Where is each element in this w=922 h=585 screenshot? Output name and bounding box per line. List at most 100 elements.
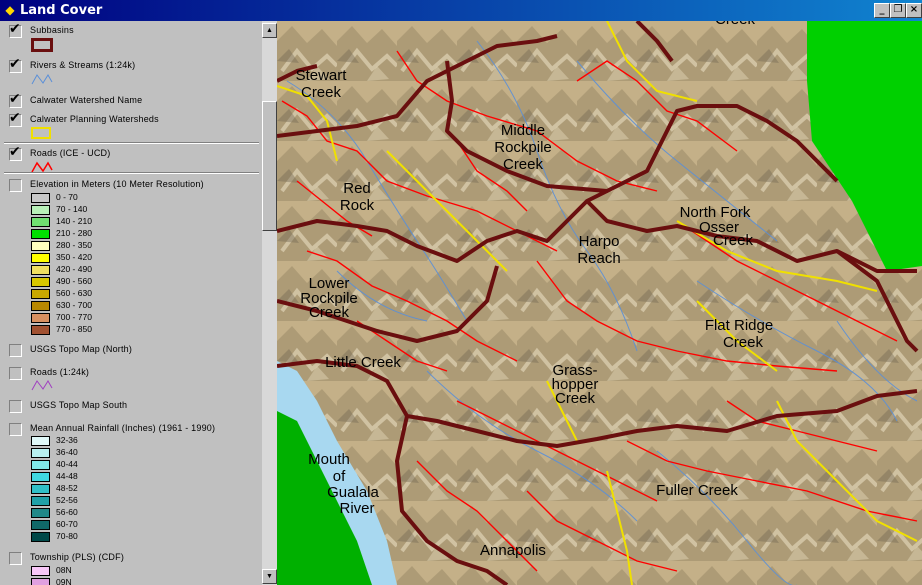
window-title: Land Cover <box>20 3 103 18</box>
legend-class-label: 44-48 <box>56 471 78 481</box>
legend-class-label: 60-70 <box>56 519 78 529</box>
label-middle-rockpile-2: Rockpile <box>494 139 552 156</box>
label-middle-rockpile-1: Middle <box>501 122 545 139</box>
legend-class-label: 280 - 350 <box>56 240 92 250</box>
label-harpo-reach-2: Reach <box>577 250 620 267</box>
legend-swatch <box>31 460 50 470</box>
legend-swatch <box>31 496 50 506</box>
label-stewart-creek-1: Stewart <box>296 67 348 84</box>
label-red-rock-2: Rock <box>340 197 375 214</box>
label-mouth-1: Mouth <box>308 451 350 468</box>
legend-swatch <box>31 241 50 251</box>
label-flat-ridge-1: Flat Ridge <box>705 317 773 334</box>
scroll-down-button[interactable]: ▼ <box>262 569 277 584</box>
elevation-checkbox[interactable] <box>9 179 22 192</box>
stream-symbol <box>31 74 53 85</box>
label-little-creek: Little Creek <box>325 354 401 371</box>
legend-class-label: 52-56 <box>56 495 78 505</box>
subbasin-symbol <box>31 38 53 52</box>
layer-name: Mean Annual Rainfall (Inches) (1961 - 19… <box>30 423 216 433</box>
legend-class-label: 48-52 <box>56 483 78 493</box>
check-icon: ✔ <box>9 56 21 72</box>
label-fuller-creek: Fuller Creek <box>656 482 738 499</box>
check-icon: ✔ <box>9 110 21 126</box>
map-view[interactable]: Stewart Creek Middle Rockpile Creek Red … <box>277 21 922 585</box>
label-red-rock-1: Red <box>343 180 371 197</box>
planning-watersheds-checkbox[interactable]: ✔ <box>9 110 22 127</box>
legend-swatch <box>31 193 50 203</box>
rainfall-checkbox[interactable] <box>9 423 22 436</box>
legend-swatch <box>31 205 50 215</box>
layer-name: Subbasins <box>30 25 74 35</box>
legend-class-label: 700 - 770 <box>56 312 92 322</box>
layer-name: Roads (1:24k) <box>30 367 90 377</box>
title-bar: ◆ Land Cover _ ❐ × <box>0 0 922 21</box>
legend-swatch <box>31 265 50 275</box>
check-icon: ✔ <box>9 91 21 107</box>
check-icon: ✔ <box>9 21 21 37</box>
legend-swatch <box>31 217 50 227</box>
legend-class-label: 140 - 210 <box>56 216 92 226</box>
legend-class-label: 350 - 420 <box>56 252 92 262</box>
label-flat-ridge-2: Creek <box>723 334 764 351</box>
label-stewart-creek-2: Creek <box>301 84 342 101</box>
label-mouth-3: Gualala <box>327 484 379 501</box>
legend-class-label: 40-44 <box>56 459 78 469</box>
label-harpo-reach-1: Harpo <box>579 233 620 250</box>
legend-swatch <box>31 484 50 494</box>
usgs-north-checkbox[interactable] <box>9 344 22 357</box>
divider <box>4 172 259 174</box>
map-canvas[interactable]: Stewart Creek Middle Rockpile Creek Red … <box>277 21 922 585</box>
legend-class-label: 70 - 140 <box>56 204 88 214</box>
label-annapolis: Annapolis <box>480 542 546 559</box>
layer-name: Calwater Planning Watersheds <box>30 114 159 124</box>
legend-class-label: 36-40 <box>56 447 78 457</box>
township-checkbox[interactable] <box>9 552 22 565</box>
close-button[interactable]: × <box>906 3 922 18</box>
scroll-thumb[interactable] <box>262 101 277 231</box>
label-north-fork-3: Creek <box>713 232 754 249</box>
roads-ice-checkbox[interactable]: ✔ <box>9 144 22 161</box>
rivers-checkbox[interactable]: ✔ <box>9 56 22 73</box>
label-middle-rockpile-3: Creek <box>503 156 544 173</box>
layer-name: USGS Topo Map (North) <box>30 344 133 354</box>
watershed-name-checkbox[interactable]: ✔ <box>9 91 22 108</box>
legend-class-label: 210 - 280 <box>56 228 92 238</box>
minimize-button[interactable]: _ <box>874 3 890 18</box>
legend-class-label: 32-36 <box>56 435 78 445</box>
legend-swatch <box>31 508 50 518</box>
check-icon: ✔ <box>9 144 21 160</box>
label-grasshopper-3: Creek <box>555 390 596 407</box>
legend-swatch <box>31 313 50 323</box>
restore-button[interactable]: ❐ <box>890 3 906 18</box>
legend-swatch <box>31 436 50 446</box>
app-icon: ◆ <box>5 3 15 17</box>
legend-swatch <box>31 325 50 335</box>
scroll-up-button[interactable]: ▲ <box>262 23 277 38</box>
legend-class-label: 560 - 630 <box>56 288 92 298</box>
legend-swatch <box>31 520 50 530</box>
divider <box>4 142 259 144</box>
layer-name: Elevation in Meters (10 Meter Resolution… <box>30 179 204 189</box>
label-lower-rockpile-3: Creek <box>309 304 350 321</box>
legend-class-label: 630 - 700 <box>56 300 92 310</box>
legend-swatch <box>31 301 50 311</box>
label-mouth-4: River <box>339 500 374 517</box>
legend-swatch <box>31 229 50 239</box>
layer-name: USGS Topo Map South <box>30 400 128 410</box>
layer-name: Rivers & Streams (1:24k) <box>30 60 136 70</box>
layer-name: Calwater Watershed Name <box>30 95 143 105</box>
legend-class-label: 420 - 490 <box>56 264 92 274</box>
road-24k-symbol <box>31 380 53 391</box>
legend-scrollbar[interactable]: ▲ ▼ <box>262 21 277 585</box>
usgs-south-checkbox[interactable] <box>9 400 22 413</box>
subbasins-checkbox[interactable]: ✔ <box>9 21 22 38</box>
layer-name: Township (PLS) (CDF) <box>30 552 125 562</box>
legend-class-label: 770 - 850 <box>56 324 92 334</box>
legend-class-label: 490 - 560 <box>56 276 92 286</box>
layer-name: Roads (ICE - UCD) <box>30 148 111 158</box>
legend-swatch <box>31 472 50 482</box>
legend-swatch <box>31 566 50 576</box>
roads-24k-checkbox[interactable] <box>9 367 22 380</box>
watershed-symbol <box>31 127 51 139</box>
